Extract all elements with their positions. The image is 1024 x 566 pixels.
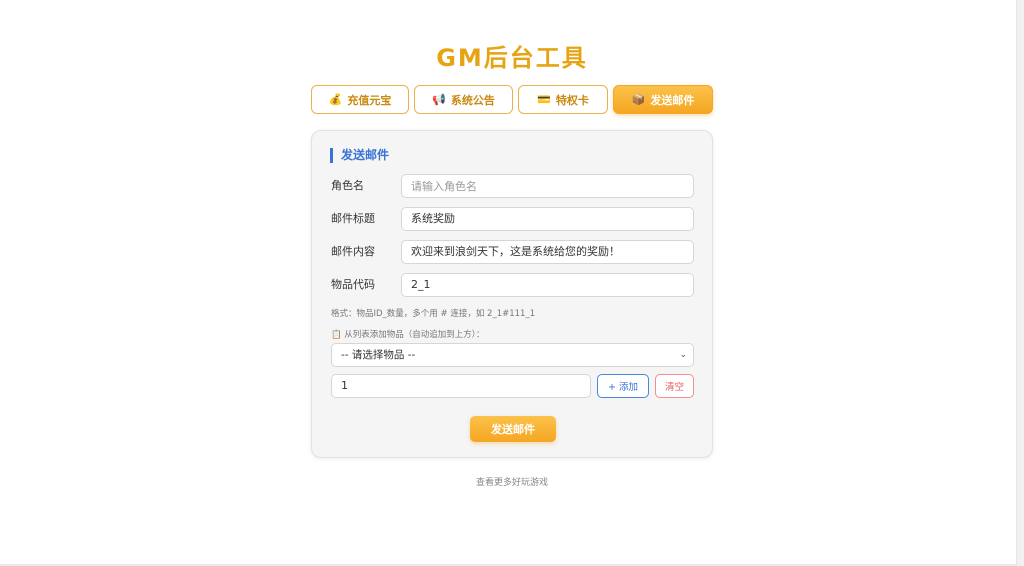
quantity-input[interactable]: 1: [331, 374, 591, 398]
megaphone-icon: 📢: [432, 93, 446, 106]
item-list-label: 📋 从列表添加物品（自动追加到上方）：: [331, 330, 485, 340]
money-bag-icon: 💰: [328, 93, 343, 106]
item-code-input[interactable]: 2_1: [401, 273, 694, 297]
send-mail-button[interactable]: 发送邮件: [470, 416, 556, 442]
card-icon: 💳: [537, 93, 551, 106]
mail-content-input[interactable]: 欢迎来到浪剑天下，这是系统给您的奖励！: [401, 240, 694, 264]
item-select-value: -- 请选择物品 --: [341, 349, 416, 361]
format-hint: 格式：物品ID_数量，多个用 # 连接，如 2_1#111_1: [331, 309, 536, 319]
tab-label: 系统公告: [450, 93, 495, 107]
clear-button[interactable]: 清空: [655, 374, 694, 398]
more-games-link[interactable]: 查看更多好玩游戏: [0, 475, 1024, 488]
role-name-label: 角色名: [331, 179, 364, 192]
tab-announcement[interactable]: 📢 系统公告: [414, 85, 513, 114]
add-item-button[interactable]: + 添加: [597, 374, 649, 398]
mail-title-input[interactable]: 系统奖励: [401, 207, 694, 231]
tab-send-mail[interactable]: 📦 发送邮件: [613, 85, 713, 114]
section-title: 发送邮件: [330, 148, 389, 163]
tab-label: 充值元宝: [347, 93, 392, 107]
tab-recharge[interactable]: 💰 充值元宝: [311, 85, 409, 114]
tab-bar: 💰 充值元宝 📢 系统公告 💳 特权卡 📦 发送邮件: [311, 85, 713, 114]
role-name-input[interactable]: [401, 174, 694, 198]
send-mail-panel: 发送邮件 角色名 邮件标题 系统奖励 邮件内容 欢迎来到浪剑天下，这是系统给您的…: [311, 130, 713, 458]
tab-label: 发送邮件: [650, 93, 695, 107]
mail-title-label: 邮件标题: [331, 212, 375, 225]
chevron-down-icon: ⌄: [679, 350, 687, 360]
page-title: GM后台工具: [436, 44, 588, 72]
item-code-label: 物品代码: [331, 278, 375, 291]
item-select[interactable]: -- 请选择物品 -- ⌄: [331, 343, 694, 367]
tab-label: 特权卡: [555, 93, 589, 107]
package-icon: 📦: [631, 93, 646, 106]
mail-content-label: 邮件内容: [331, 245, 375, 258]
tab-privilege-card[interactable]: 💳 特权卡: [518, 85, 608, 114]
